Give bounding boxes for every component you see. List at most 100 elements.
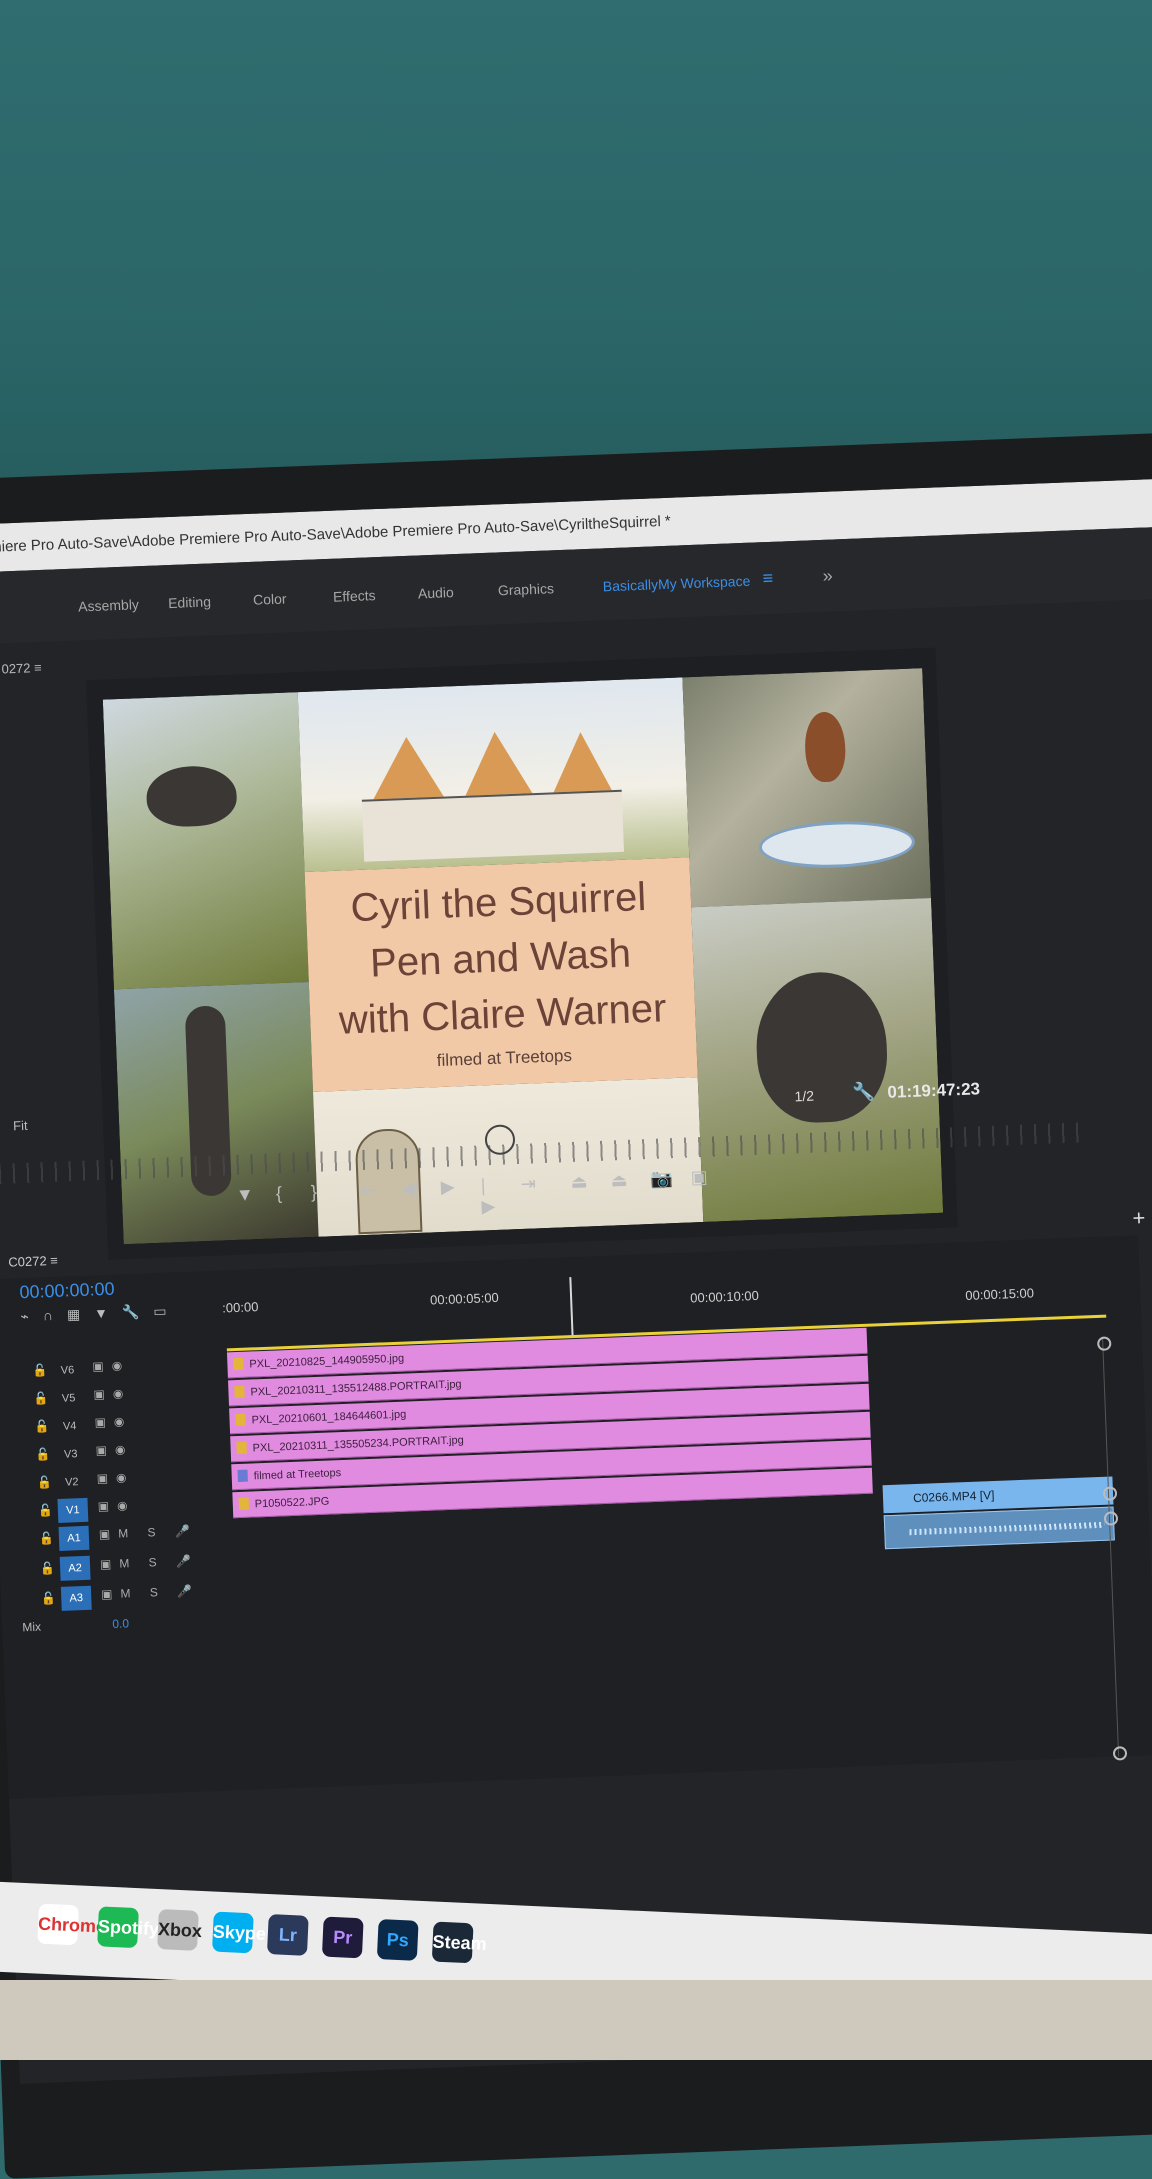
- lock-icon[interactable]: 🔓: [32, 1363, 47, 1378]
- play-icon[interactable]: ▶: [440, 1177, 455, 1199]
- fx-icon: [236, 1441, 247, 1455]
- scroll-knob-mid[interactable]: [1102, 1486, 1118, 1501]
- program-timecode: 01:19:47:23: [887, 1079, 981, 1102]
- tab-audio[interactable]: Audio: [418, 584, 454, 601]
- track-header-a3: 🔓 A3 ▣M S 🎤: [1, 1580, 232, 1615]
- track-name-a1[interactable]: A1: [58, 1525, 90, 1551]
- scroll-knob-mid2[interactable]: [1103, 1511, 1119, 1526]
- chrome-icon[interactable]: Chrome: [37, 1903, 107, 1946]
- fx-icon: [238, 1497, 250, 1511]
- step-back-icon[interactable]: ◀|: [400, 1178, 419, 1200]
- track-name-a3[interactable]: A3: [60, 1585, 92, 1611]
- nest-icon[interactable]: ▦: [67, 1306, 81, 1322]
- timeline-vertical-scrollbar[interactable]: [1097, 1336, 1134, 1761]
- mix-label: Mix: [22, 1619, 42, 1635]
- cottage-wall: [361, 789, 625, 862]
- lock-icon[interactable]: 🔓: [40, 1561, 55, 1576]
- ruler-tick-5: 00:00:05:00: [429, 1289, 500, 1308]
- add-marker-icon[interactable]: ▼: [94, 1305, 108, 1322]
- snap-icon[interactable]: ⌁: [20, 1308, 29, 1324]
- timeline-current-time[interactable]: 00:00:00:00: [19, 1279, 115, 1304]
- lock-icon[interactable]: 🔓: [33, 1391, 48, 1406]
- fx-icon: [237, 1469, 248, 1483]
- squirrel-silhouette: [145, 764, 238, 829]
- track-audio-buttons[interactable]: ▣M S 🎤: [99, 1524, 198, 1542]
- track-audio-buttons[interactable]: ▣M S 🎤: [101, 1584, 200, 1602]
- camera-icon[interactable]: 📷: [650, 1168, 673, 1190]
- title-card: Cyril the Squirrel Pen and Wash with Cla…: [304, 857, 698, 1092]
- track-name-v1[interactable]: V1: [57, 1497, 89, 1523]
- captions-icon[interactable]: ▭: [153, 1303, 167, 1319]
- extract-icon[interactable]: ⏏: [610, 1170, 628, 1192]
- wrench-icon[interactable]: 🔧: [852, 1081, 875, 1103]
- sequence-tab[interactable]: C0272 ≡: [8, 1253, 58, 1270]
- track-name-v4[interactable]: V4: [54, 1414, 85, 1439]
- lock-icon[interactable]: 🔓: [38, 1503, 53, 1518]
- track-audio-buttons[interactable]: ▣M S 🎤: [100, 1554, 199, 1572]
- scroll-knob-top[interactable]: [1097, 1336, 1112, 1351]
- lightroom-icon[interactable]: Lr: [266, 1914, 309, 1956]
- tab-graphics[interactable]: Graphics: [498, 580, 555, 598]
- marker-icon[interactable]: ▼: [236, 1184, 255, 1206]
- fx-icon: [233, 1357, 244, 1371]
- track-name-a2[interactable]: A2: [59, 1555, 91, 1581]
- premiere-icon[interactable]: Pr: [321, 1916, 364, 1959]
- scroll-knob-bottom[interactable]: [1112, 1746, 1128, 1761]
- lock-icon[interactable]: 🔓: [39, 1531, 54, 1546]
- desk-surface: [0, 1980, 1152, 2060]
- track-toggle-icons[interactable]: ▣◉: [98, 1498, 136, 1513]
- spotify-icon[interactable]: Spotify: [97, 1906, 159, 1949]
- mark-in-icon[interactable]: {: [276, 1183, 283, 1204]
- compare-icon[interactable]: ▣: [690, 1167, 708, 1189]
- track-toggle-icons[interactable]: ▣◉: [95, 1442, 133, 1457]
- source-panel-label[interactable]: 0272 ≡: [1, 660, 42, 677]
- timeline-panel: 00:00:00:00 ⌁ ∩ ▦ ▼ 🔧 ▭ :00:00 00:00:05:00 00…: [0, 1235, 1152, 1800]
- xbox-icon[interactable]: Xbox: [157, 1909, 202, 1951]
- fx-icon: [234, 1385, 245, 1399]
- red-squirrel: [803, 711, 847, 783]
- lift-icon[interactable]: ⏏: [570, 1171, 588, 1193]
- audio-clip-c0266[interactable]: [883, 1506, 1115, 1550]
- birdbath: [758, 818, 916, 871]
- zoom-dropdown[interactable]: Fit: [13, 1118, 28, 1134]
- track-toggle-icons[interactable]: ▣◉: [93, 1386, 131, 1401]
- steam-icon[interactable]: Steam: [431, 1921, 487, 1964]
- photo-squirrel-branch: [102, 692, 309, 990]
- painting-cottage: [297, 677, 690, 873]
- go-to-out-icon[interactable]: ⇥: [520, 1173, 536, 1195]
- track-name-v5[interactable]: V5: [53, 1386, 84, 1411]
- lock-icon[interactable]: 🔓: [34, 1419, 49, 1434]
- tab-my-workspace[interactable]: BasicallyMy Workspace: [603, 573, 751, 595]
- add-icon[interactable]: +: [1132, 1205, 1146, 1231]
- mark-out-icon[interactable]: }: [310, 1182, 317, 1203]
- ruler-tick-0: :00:00: [221, 1299, 259, 1316]
- go-to-in-icon[interactable]: ⇤: [360, 1180, 376, 1202]
- lock-icon[interactable]: 🔓: [37, 1475, 52, 1490]
- track-toggle-icons[interactable]: ▣◉: [94, 1414, 132, 1429]
- tab-effects[interactable]: Effects: [333, 587, 376, 605]
- resolution-dropdown[interactable]: 1/2: [794, 1088, 814, 1105]
- track-name-v2[interactable]: V2: [56, 1470, 87, 1495]
- settings-wrench-icon[interactable]: 🔧: [122, 1304, 140, 1321]
- workspace-menu-icon[interactable]: ≡: [762, 568, 773, 589]
- photo-squirrel-birdbath: [682, 668, 932, 908]
- lock-icon[interactable]: 🔓: [41, 1591, 56, 1606]
- premiere-window: emiere Pro Auto-Save\Adobe Premiere Pro …: [0, 472, 1152, 2084]
- ruler-tick-10: 00:00:10:00: [689, 1287, 760, 1306]
- tab-editing[interactable]: Editing: [168, 593, 211, 611]
- step-forward-icon[interactable]: |▶: [480, 1175, 495, 1218]
- track-name-v3[interactable]: V3: [55, 1442, 86, 1467]
- track-name-v6[interactable]: V6: [52, 1358, 83, 1383]
- more-workspaces-icon[interactable]: »: [822, 566, 833, 587]
- linked-selection-icon[interactable]: ∩: [43, 1307, 54, 1323]
- ruler-tick-15: 00:00:15:00: [965, 1285, 1035, 1303]
- mix-value[interactable]: 0.0: [112, 1616, 129, 1631]
- tab-assembly[interactable]: Assembly: [78, 596, 139, 614]
- lock-icon[interactable]: 🔓: [35, 1447, 50, 1462]
- photoshop-icon[interactable]: Ps: [376, 1919, 419, 1961]
- track-toggle-icons[interactable]: ▣◉: [92, 1358, 130, 1373]
- tab-color[interactable]: Color: [253, 591, 287, 608]
- playhead[interactable]: [569, 1277, 574, 1338]
- track-toggle-icons[interactable]: ▣◉: [96, 1470, 134, 1485]
- skype-icon[interactable]: Skype: [212, 1911, 266, 1954]
